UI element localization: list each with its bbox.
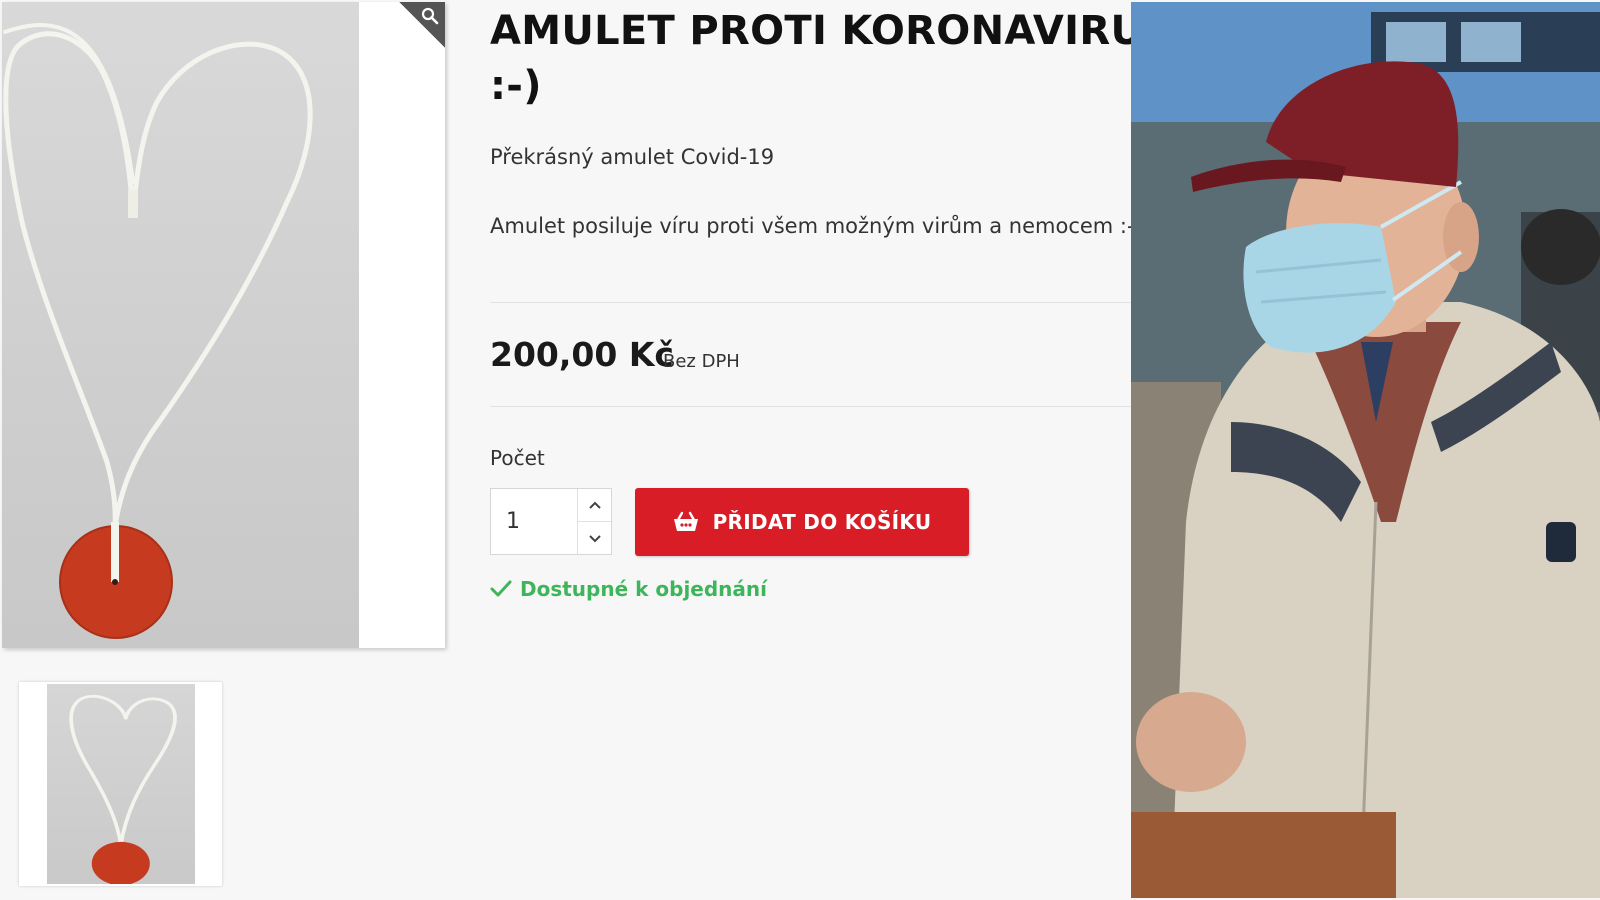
availability-text: Dostupné k objednání <box>520 577 768 601</box>
zoom-button[interactable] <box>399 2 445 48</box>
quantity-label: Počet <box>490 446 545 470</box>
product-thumbnail[interactable] <box>19 682 222 886</box>
product-subtitle: Překrásný amulet Covid-19 <box>490 145 775 169</box>
product-page: AMULET PROTI KORONAVIRU :-) Překrásný am… <box>0 0 1600 900</box>
chevron-up-icon <box>588 501 601 509</box>
product-price: 200,00 Kč <box>490 335 674 374</box>
man-in-mask-illustration <box>1131 2 1600 898</box>
divider <box>490 302 1131 303</box>
chevron-down-icon <box>588 534 601 542</box>
product-title: AMULET PROTI KORONAVIRU :-) <box>490 8 1131 109</box>
amulet-photo <box>2 2 359 648</box>
main-product-image[interactable] <box>2 2 445 648</box>
basket-icon <box>673 511 698 531</box>
checkmark-icon <box>490 580 512 597</box>
add-to-cart-button[interactable]: PŘIDAT DO KOŠÍKU <box>635 488 969 556</box>
product-description: Amulet posiluje víru proti všem možným v… <box>490 214 1131 238</box>
magnifier-icon <box>421 7 439 25</box>
add-to-cart-label: PŘIDAT DO KOŠÍKU <box>712 510 932 534</box>
price-tax-note: Bez DPH <box>663 351 740 372</box>
divider <box>490 406 1131 407</box>
thumbnail-photo <box>47 684 195 886</box>
thumbnail-amulet <box>69 694 177 886</box>
quantity-increase-button[interactable] <box>578 489 611 522</box>
product-details: AMULET PROTI KORONAVIRU :-) Překrásný am… <box>490 0 1131 900</box>
masked-man-photo <box>1131 2 1600 898</box>
quantity-stepper <box>490 488 612 555</box>
availability-status: Dostupné k objednání <box>490 577 767 601</box>
quantity-input[interactable] <box>491 489 577 554</box>
amulet-illustration <box>3 23 313 639</box>
quantity-decrease-button[interactable] <box>578 522 611 554</box>
